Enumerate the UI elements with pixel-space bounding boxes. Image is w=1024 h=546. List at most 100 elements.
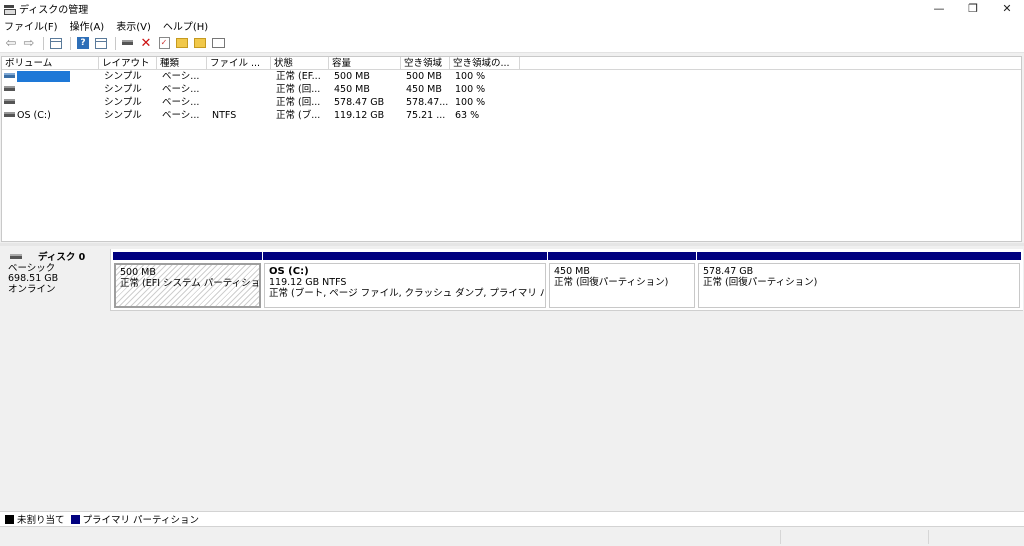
menu-help[interactable]: ヘルプ(H): [163, 18, 208, 33]
new-folder-button[interactable]: [174, 36, 190, 50]
settings-button[interactable]: [210, 36, 226, 50]
free-space-cell: 450 MB: [406, 84, 442, 95]
table-row[interactable]: シンプル ベーシ... 正常 (回... 450 MB 450 MB 100 %: [2, 83, 1021, 96]
disk-label[interactable]: ディスク 0 ベーシック 698.51 GB オンライン: [1, 249, 111, 311]
legend-item-unallocated: 未割り当て: [5, 512, 65, 526]
free-percent-cell: 63 %: [455, 110, 480, 121]
disk-icon: [10, 254, 22, 259]
volume-icon: [4, 99, 15, 104]
properties-button[interactable]: [93, 36, 109, 50]
volume-cell: OS (C:): [4, 109, 99, 122]
title-bar: ディスクの管理 — ❐ ✕: [0, 0, 1024, 17]
free-percent-cell: 100 %: [455, 71, 486, 82]
status-bar-separator: [928, 530, 929, 544]
volume-list[interactable]: ボリューム レイアウト 種類 ファイル ... 状態 容量 空き領域 空き領域の…: [1, 56, 1022, 242]
partition-status: 正常 (EFI システム パーティション): [120, 278, 261, 289]
partition-status: 正常 (回復パーティション): [703, 277, 818, 288]
partition-bar: [113, 252, 262, 260]
legend: 未割り当て プライマリ パーティション: [0, 511, 1024, 527]
free-percent-cell: 100 %: [455, 84, 486, 95]
partition-bar: [697, 252, 1021, 260]
table-row[interactable]: シンプル ベーシ... 正常 (EF... 500 MB 500 MB 100 …: [2, 70, 1021, 83]
new-folder-icon: [176, 38, 188, 48]
column-header-free-space[interactable]: 空き領域: [401, 57, 450, 70]
partition-size: 450 MB: [554, 266, 590, 277]
partition-status: 正常 (ブート, ページ ファイル, クラッシュ ダンプ, プライマリ パーティ…: [269, 288, 545, 299]
filesystem-cell: [212, 70, 271, 83]
partition-body: 500 MB 正常 (EFI システム パーティション): [114, 263, 261, 308]
free-space-cell: 500 MB: [406, 71, 442, 82]
selected-volume-highlight: [17, 71, 70, 82]
column-header-volume[interactable]: ボリューム: [2, 57, 99, 70]
partition-bar: [263, 252, 547, 260]
column-header-capacity[interactable]: 容量: [329, 57, 401, 70]
forward-button[interactable]: ⇨: [21, 36, 37, 51]
capacity-cell: 450 MB: [334, 84, 370, 95]
close-button[interactable]: ✕: [990, 0, 1024, 17]
legend-label: 未割り当て: [17, 515, 65, 526]
layout-cell: シンプル: [104, 71, 142, 82]
status-cell: 正常 (回...: [276, 97, 321, 108]
legend-item-primary: プライマリ パーティション: [70, 512, 199, 526]
minimize-button[interactable]: —: [922, 0, 956, 17]
filesystem-cell: [212, 83, 271, 96]
partition-status: 正常 (回復パーティション): [554, 277, 669, 288]
status-cell: 正常 (回...: [276, 84, 321, 95]
back-arrow-icon: ⇦: [5, 35, 17, 51]
window-controls: — ❐ ✕: [922, 0, 1024, 17]
delete-icon: ✕: [140, 35, 152, 51]
legend-label: プライマリ パーティション: [82, 515, 199, 526]
volume-cell: [4, 96, 99, 109]
free-space-cell: 75.21 ...: [406, 110, 446, 121]
column-header-status[interactable]: 状態: [271, 57, 329, 70]
back-button[interactable]: ⇦: [3, 35, 19, 51]
delete-button[interactable]: ✕: [138, 35, 154, 51]
column-header-type[interactable]: 種類: [157, 57, 207, 70]
disk-row: ディスク 0 ベーシック 698.51 GB オンライン 500 MB 正常 (…: [1, 249, 1023, 311]
disk-name: ディスク 0: [38, 252, 86, 263]
disk-management-app-icon: [3, 4, 16, 15]
connect-drive-button[interactable]: [120, 36, 136, 50]
partition-recovery-1[interactable]: 450 MB 正常 (回復パーティション): [548, 252, 696, 310]
menu-view[interactable]: 表示(V): [116, 18, 151, 33]
volume-cell: [4, 70, 99, 83]
layout-cell: シンプル: [104, 110, 142, 121]
toolbar-separator: [70, 36, 71, 50]
table-row[interactable]: OS (C:) シンプル ベーシ... NTFS 正常 (ブ... 119.12…: [2, 109, 1021, 122]
settings-icon: [211, 38, 225, 48]
menu-action[interactable]: 操作(A): [70, 18, 105, 33]
volume-icon: [4, 112, 15, 117]
type-cell: ベーシ...: [162, 71, 200, 82]
partition-name: OS (C:): [269, 266, 309, 277]
check-button[interactable]: ✓: [156, 36, 172, 50]
partition-efi[interactable]: 500 MB 正常 (EFI システム パーティション): [113, 252, 262, 310]
partition-os[interactable]: OS (C:) 119.12 GB NTFS 正常 (ブート, ページ ファイル…: [263, 252, 547, 310]
status-bar-separator: [780, 530, 781, 544]
menu-file[interactable]: ファイル(F): [4, 18, 58, 33]
help-icon: ?: [77, 37, 89, 49]
window-title: ディスクの管理: [19, 5, 89, 16]
volume-icon: [4, 86, 15, 91]
restore-button[interactable]: ❐: [956, 0, 990, 17]
check-icon: ✓: [158, 37, 170, 49]
console-tree-button[interactable]: [48, 36, 64, 50]
partition-body: OS (C:) 119.12 GB NTFS 正常 (ブート, ページ ファイル…: [264, 263, 546, 308]
disk-size: 698.51 GB: [8, 273, 59, 284]
column-header-layout[interactable]: レイアウト: [99, 57, 157, 70]
help-button[interactable]: ?: [75, 36, 91, 50]
partition-bar: [548, 252, 696, 260]
column-header-filesystem[interactable]: ファイル ...: [207, 57, 271, 70]
partition-size: 500 MB: [120, 267, 156, 278]
column-header-free-percent[interactable]: 空き領域の...: [450, 57, 520, 70]
free-percent-cell: 100 %: [455, 97, 486, 108]
free-space-cell: 578.47...: [406, 97, 449, 108]
partition-recovery-2[interactable]: 578.47 GB 正常 (回復パーティション): [697, 252, 1021, 310]
legend-swatch-primary: [70, 514, 80, 524]
capacity-cell: 119.12 GB: [334, 110, 385, 121]
toolbar: ⇦ ⇨ ? ✕ ✓: [0, 34, 1024, 53]
legend-swatch-unallocated: [5, 514, 14, 524]
disk-state: オンライン: [8, 283, 56, 295]
console-tree-icon: [50, 37, 62, 49]
table-row[interactable]: シンプル ベーシ... 正常 (回... 578.47 GB 578.47...…: [2, 96, 1021, 109]
open-folder-button[interactable]: [192, 36, 208, 50]
